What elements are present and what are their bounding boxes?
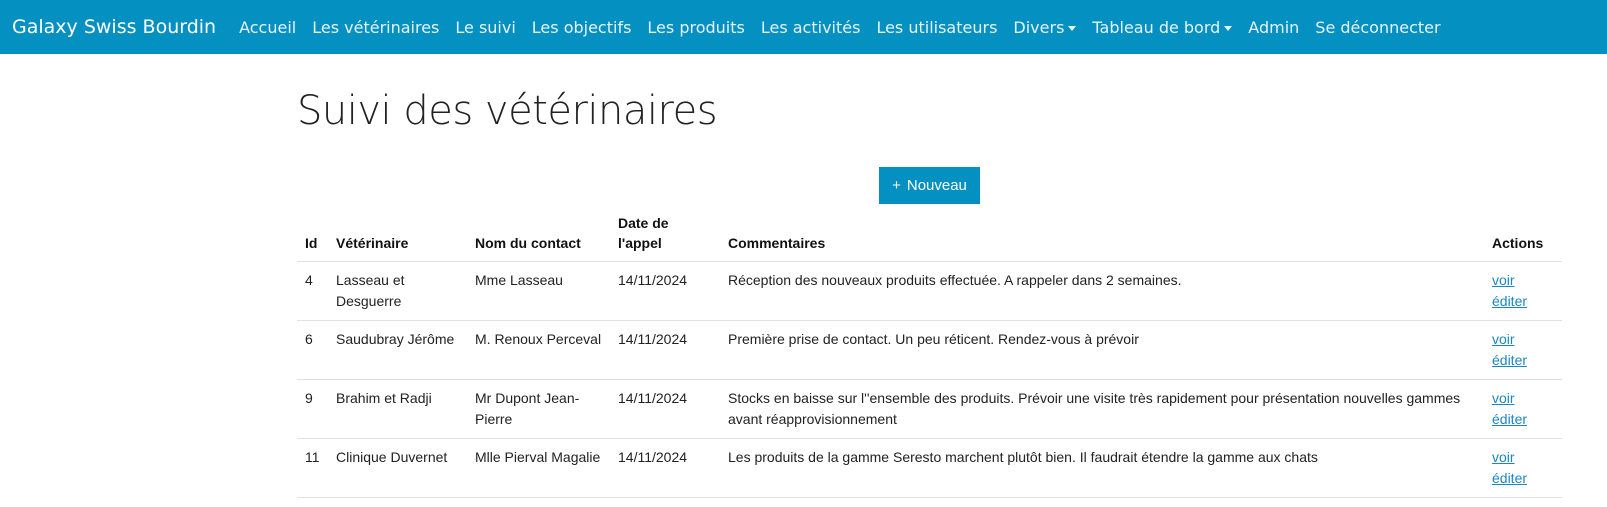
- view-link[interactable]: voir: [1492, 329, 1554, 350]
- cell-actions: voir éditer: [1484, 261, 1562, 321]
- cell-comment: Les produits de la gamme Seresto marchen…: [720, 438, 1484, 498]
- nav-tableau-de-bord-dropdown[interactable]: Tableau de bord: [1084, 18, 1240, 37]
- cell-date: 14/11/2024: [610, 320, 720, 380]
- view-link[interactable]: voir: [1492, 388, 1554, 409]
- table-header-row: Id Vétérinaire Nom du contact Date de l'…: [297, 209, 1562, 262]
- new-button-label: Nouveau: [906, 177, 967, 194]
- nav-produits[interactable]: Les produits: [639, 18, 752, 37]
- plus-icon: +: [892, 177, 901, 194]
- header-actions: Actions: [1484, 209, 1562, 262]
- edit-link[interactable]: éditer: [1492, 291, 1554, 312]
- page-title: Suivi des vétérinaires: [297, 88, 718, 134]
- edit-link[interactable]: éditer: [1492, 409, 1554, 430]
- cell-id: 9: [297, 379, 328, 439]
- cell-contact: Mr Dupont Jean-Pierre: [467, 379, 610, 439]
- cell-comment: Première prise de contact. Un peu rétice…: [720, 320, 1484, 380]
- cell-comment: Stocks en baisse sur l''ensemble des pro…: [720, 379, 1484, 439]
- header-date: Date de l'appel: [610, 209, 720, 262]
- cell-actions: voir éditer: [1484, 379, 1562, 439]
- cell-comment: Réception des nouveaux produits effectué…: [720, 261, 1484, 321]
- cell-actions: voir éditer: [1484, 438, 1562, 498]
- cell-date: 14/11/2024: [610, 379, 720, 439]
- caret-down-icon: [1224, 25, 1233, 31]
- nav-utilisateurs[interactable]: Les utilisateurs: [868, 18, 1005, 37]
- header-contact: Nom du contact: [467, 209, 610, 262]
- cell-vet: Saudubray Jérôme: [328, 320, 467, 380]
- cell-contact: Mlle Pierval Magalie: [467, 438, 610, 498]
- cell-vet: Clinique Duvernet: [328, 438, 467, 498]
- top-navbar: Galaxy Swiss Bourdin Accueil Les vétérin…: [0, 0, 1607, 54]
- header-id: Id: [297, 209, 328, 262]
- edit-link[interactable]: éditer: [1492, 350, 1554, 371]
- nav-divers-dropdown[interactable]: Divers: [1005, 18, 1084, 37]
- table-row: 6 Saudubray Jérôme M. Renoux Perceval 14…: [297, 320, 1562, 380]
- nav-admin[interactable]: Admin: [1240, 18, 1307, 37]
- nav-logout[interactable]: Se déconnecter: [1307, 18, 1448, 37]
- caret-down-icon: [1068, 25, 1077, 31]
- header-vet: Vétérinaire: [328, 209, 467, 262]
- nav-suivi[interactable]: Le suivi: [447, 18, 523, 37]
- cell-id: 11: [297, 438, 328, 498]
- new-button[interactable]: + Nouveau: [879, 167, 980, 204]
- cell-vet: Lasseau et Desguerre: [328, 261, 467, 321]
- cell-date: 14/11/2024: [610, 261, 720, 321]
- cell-contact: M. Renoux Perceval: [467, 320, 610, 380]
- cell-date: 14/11/2024: [610, 438, 720, 498]
- nav-accueil[interactable]: Accueil: [231, 18, 304, 37]
- edit-link[interactable]: éditer: [1492, 468, 1554, 489]
- brand-link[interactable]: Galaxy Swiss Bourdin: [12, 16, 216, 38]
- view-link[interactable]: voir: [1492, 270, 1554, 291]
- table-row: 4 Lasseau et Desguerre Mme Lasseau 14/11…: [297, 261, 1562, 321]
- followup-table: Id Vétérinaire Nom du contact Date de l'…: [297, 209, 1562, 498]
- nav-divers-label: Divers: [1013, 17, 1065, 37]
- nav-objectifs[interactable]: Les objectifs: [524, 18, 640, 37]
- cell-id: 6: [297, 320, 328, 380]
- nav-activites[interactable]: Les activités: [753, 18, 869, 37]
- cell-contact: Mme Lasseau: [467, 261, 610, 321]
- cell-id: 4: [297, 261, 328, 321]
- cell-actions: voir éditer: [1484, 320, 1562, 380]
- view-link[interactable]: voir: [1492, 447, 1554, 468]
- cell-vet: Brahim et Radji: [328, 379, 467, 439]
- table-row: 9 Brahim et Radji Mr Dupont Jean-Pierre …: [297, 379, 1562, 439]
- header-comment: Commentaires: [720, 209, 1484, 262]
- nav-tableau-de-bord-label: Tableau de bord: [1092, 17, 1221, 37]
- table-row: 11 Clinique Duvernet Mlle Pierval Magali…: [297, 438, 1562, 498]
- nav-veterinaires[interactable]: Les vétérinaires: [304, 18, 447, 37]
